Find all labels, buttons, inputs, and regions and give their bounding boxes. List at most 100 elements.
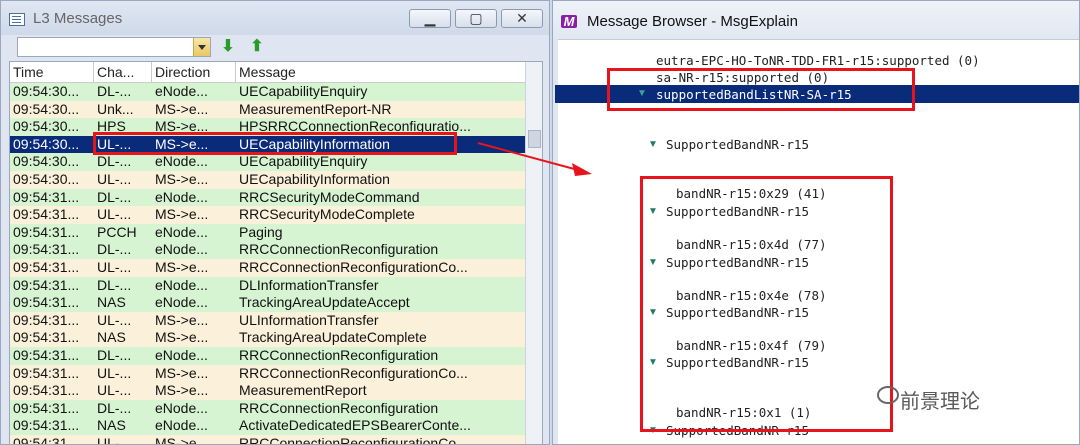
cell-direction: MS->e... [155, 311, 209, 328]
column-header-channel[interactable]: Cha... [94, 62, 152, 82]
table-row[interactable]: 09:54:31... UL-... MS->e... RRCConnectionRe… [10, 364, 542, 383]
cell-message: RRCSecurityModeCommand [239, 188, 420, 205]
cell-time: 09:54:31... [13, 223, 80, 240]
chevron-down-icon[interactable] [193, 38, 210, 56]
cell-channel: UL-... [97, 364, 132, 381]
cell-time: 09:54:31... [13, 417, 80, 434]
table-row[interactable]: 09:54:30... DL-... eNode... UECapabilityEnq… [10, 83, 542, 101]
cell-direction: MS->e... [155, 258, 209, 275]
cell-direction: eNode... [155, 417, 208, 434]
table-row[interactable]: 09:54:31... NAS eNode... ActivateDedicatedE… [10, 417, 542, 435]
minimize-button[interactable]: ▁ [409, 9, 451, 28]
scrollbar-thumb[interactable] [528, 130, 541, 148]
cell-channel: DL-... [97, 241, 132, 258]
list-icon [9, 13, 25, 26]
table-row[interactable]: 09:54:31... UL-... MS->e... ULInformationTr… [10, 311, 542, 330]
cell-channel: DL-... [97, 346, 132, 363]
table-row[interactable]: 09:54:31... PCCH eNode... Paging [10, 223, 542, 242]
arrow-down-icon[interactable]: ⬇ [219, 38, 237, 56]
expand-triangle-icon[interactable]: ▼ [648, 139, 658, 150]
cell-message: ULInformationTransfer [239, 311, 379, 328]
cell-message: TrackingAreaUpdateComplete [239, 329, 427, 346]
table-row[interactable]: 09:54:31... UL-... MS->e... RRCSecurityMode… [10, 206, 542, 224]
cell-channel: DL-... [97, 153, 132, 170]
column-header-direction[interactable]: Direction [152, 62, 236, 82]
cell-message: RRCConnectionReconfiguration [239, 346, 439, 363]
cell-time: 09:54:30... [13, 118, 80, 135]
cell-message: RRCConnectionReconfiguration [239, 241, 439, 258]
cell-message: UECapabilityEnquiry [239, 153, 368, 170]
cell-time: 09:54:31... [13, 311, 80, 328]
cell-channel: DL-... [97, 188, 132, 205]
cell-time: 09:54:31... [13, 258, 80, 275]
cell-channel: UL-... [97, 311, 132, 328]
table-row[interactable]: 09:54:30... Unk... MS->e... MeasurementRepo… [10, 100, 542, 119]
close-icon: ✕ [516, 10, 528, 26]
table-row[interactable]: 09:54:30... DL-... eNode... UECapabilityEnq… [10, 153, 542, 171]
table-row[interactable]: 09:54:31... DL-... eNode... RRCConnectionRe… [10, 346, 542, 365]
message-browser-titlebar[interactable]: M Message Browser - MsgExplain [553, 1, 1079, 40]
cell-message: TrackingAreaUpdateAccept [239, 294, 410, 311]
cell-time: 09:54:31... [13, 364, 80, 381]
cell-direction: eNode... [155, 294, 208, 311]
cell-direction: eNode... [155, 223, 208, 240]
table-row[interactable]: 09:54:31... DL-... eNode... RRCSecurityMode… [10, 188, 542, 207]
cell-channel: DL-... [97, 83, 132, 99]
cell-channel: Unk... [97, 100, 134, 117]
cell-time: 09:54:31... [13, 382, 80, 399]
cell-channel: NAS [97, 294, 126, 311]
cell-message: RRCConnectionReconfigurationCo... [239, 258, 468, 275]
cell-direction: eNode... [155, 83, 208, 99]
tree-line-supported-band[interactable]: SupportedBandNR-r15 [666, 137, 809, 152]
cell-channel: UL-... [97, 258, 132, 275]
table-row[interactable]: 09:54:30... UL-... MS->e... UECapabilityInf… [10, 170, 542, 189]
table-row[interactable]: 09:54:31... DL-... eNode... RRCConnectionRe… [10, 399, 542, 418]
cell-channel: DL-... [97, 276, 132, 293]
tree-line-epc[interactable]: eutra-EPC-HO-ToNR-TDD-FR1-r15:supported … [656, 53, 980, 68]
cell-message: RRCSecurityModeComplete [239, 206, 415, 223]
cell-time: 09:54:31... [13, 434, 80, 445]
cell-direction: eNode... [155, 188, 208, 205]
cell-time: 09:54:31... [13, 294, 80, 311]
column-header-time[interactable]: Time [10, 62, 94, 82]
cell-time: 09:54:31... [13, 346, 80, 363]
highlight-box-bands [640, 176, 893, 432]
wechat-icon [877, 386, 899, 404]
highlight-box-ue-capability [93, 132, 457, 155]
arrow-up-icon[interactable]: ⬆ [248, 38, 266, 56]
column-header-message[interactable]: Message [236, 62, 526, 82]
l3-titlebar[interactable]: L3 Messages ▁ ▢ ✕ [1, 1, 549, 35]
cell-message: DLInformationTransfer [239, 276, 379, 293]
cell-time: 09:54:31... [13, 206, 80, 223]
cell-direction: MS->e... [155, 170, 209, 187]
table-row[interactable]: 09:54:31... DL-... eNode... DLInformationTr… [10, 276, 542, 295]
table-row[interactable]: 09:54:31... UL-... MS->e... RRCConnectionRe… [10, 258, 542, 277]
filter-combobox[interactable] [17, 37, 211, 57]
table-row[interactable]: 09:54:31... NAS eNode... TrackingAreaUpdate… [10, 294, 542, 312]
cell-time: 09:54:30... [13, 83, 80, 99]
cell-direction: MS->e... [155, 382, 209, 399]
cell-time: 09:54:31... [13, 276, 80, 293]
maximize-button[interactable]: ▢ [455, 9, 497, 28]
cell-message: MeasurementReport-NR [239, 100, 392, 117]
maximize-icon: ▢ [469, 10, 483, 26]
close-button[interactable]: ✕ [501, 9, 543, 28]
cell-message: UECapabilityEnquiry [239, 83, 368, 99]
table-row[interactable]: 09:54:31... NAS MS->e... TrackingAreaUpdate… [10, 329, 542, 347]
table-row[interactable]: 09:54:31... UL-... MS->e... RRCConnectionRe… [10, 434, 542, 445]
table-row[interactable]: 09:54:31... UL-... MS->e... MeasurementRepo… [10, 382, 542, 400]
cell-channel: NAS [97, 329, 126, 346]
table-row[interactable]: 09:54:31... DL-... eNode... RRCConnectionRe… [10, 241, 542, 259]
cell-direction: MS->e... [155, 100, 209, 117]
cell-direction: MS->e... [155, 434, 209, 445]
cell-channel: NAS [97, 417, 126, 434]
table-header: Time Cha... Direction Message [10, 62, 542, 83]
cell-message: UECapabilityInformation [239, 170, 390, 187]
highlight-box-sa-nr [607, 68, 915, 111]
cell-message: RRCConnectionReconfigurationCo... [239, 434, 468, 445]
vertical-scrollbar[interactable] [525, 62, 542, 444]
cell-message: RRCConnectionReconfiguration [239, 399, 439, 416]
cell-direction: eNode... [155, 399, 208, 416]
cell-channel: UL-... [97, 206, 132, 223]
cell-time: 09:54:31... [13, 399, 80, 416]
